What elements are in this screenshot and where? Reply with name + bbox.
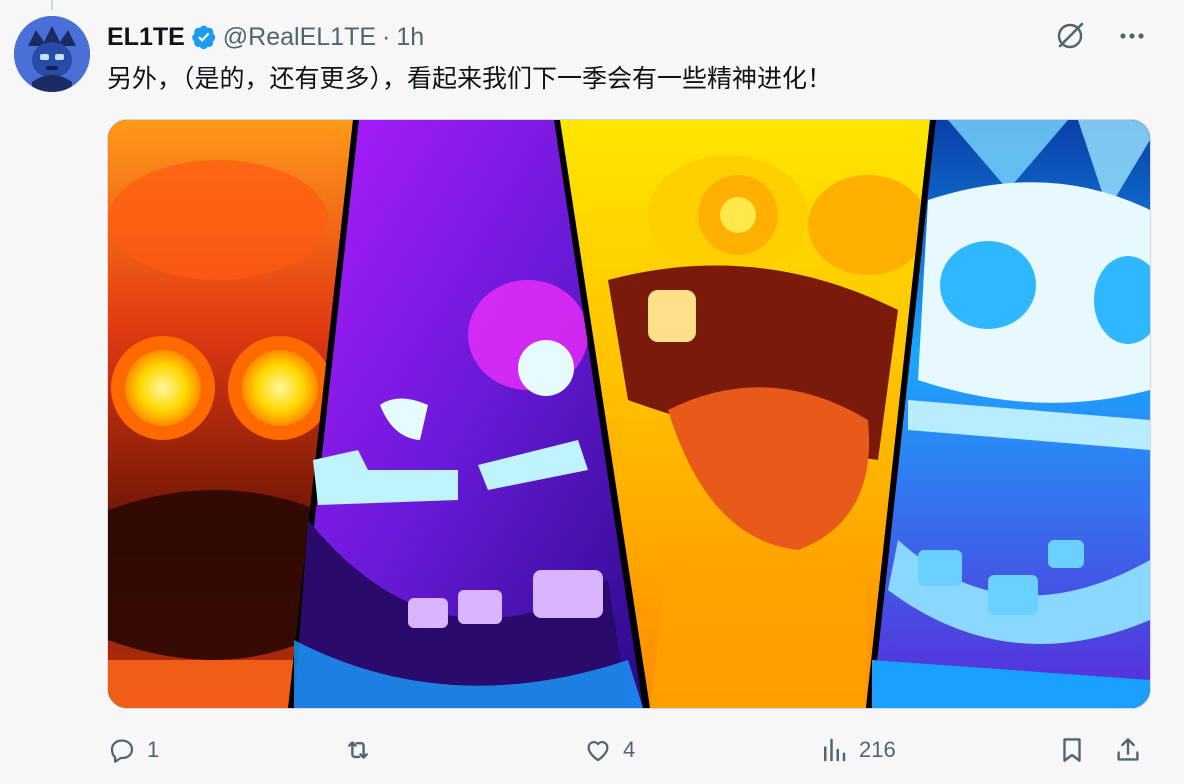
reply-button[interactable]: 1 [107,728,159,772]
user-handle[interactable]: @RealEL1TE [223,23,376,52]
avatar-image [14,16,90,92]
analytics-icon [824,738,846,762]
retweet-icon [348,741,368,759]
retweet-button[interactable] [343,728,383,772]
thread-connector-line [51,0,53,10]
reply-icon [110,739,134,763]
tweet-media-image[interactable] [107,119,1151,709]
share-button[interactable] [1113,728,1143,772]
like-count: 4 [623,737,636,762]
grok-icon[interactable] [1052,18,1088,54]
bookmark-icon [1063,738,1081,762]
views-count: 216 [859,737,896,762]
separator-dot: · [382,22,391,51]
views-button[interactable]: 216 [819,728,896,772]
tweet-text: 另外，（是的，还有更多），看起来我们下一季会有一些精神进化！ [107,65,833,93]
more-icon[interactable] [1114,18,1150,54]
verified-badge-icon [191,24,217,50]
share-icon [1117,738,1139,761]
heart-icon [587,741,609,762]
tweet-top-actions [1052,18,1150,54]
like-button[interactable]: 4 [583,728,635,772]
timestamp[interactable]: 1h [396,23,424,52]
avatar[interactable] [14,16,90,92]
display-name[interactable]: EL1TE [107,23,185,52]
tweet-header: EL1TE @RealEL1TE · 1h [107,20,424,54]
bookmark-button[interactable] [1057,728,1087,772]
reply-count: 1 [147,737,160,762]
tweet-action-bar: 1 4 216 [107,728,1149,772]
